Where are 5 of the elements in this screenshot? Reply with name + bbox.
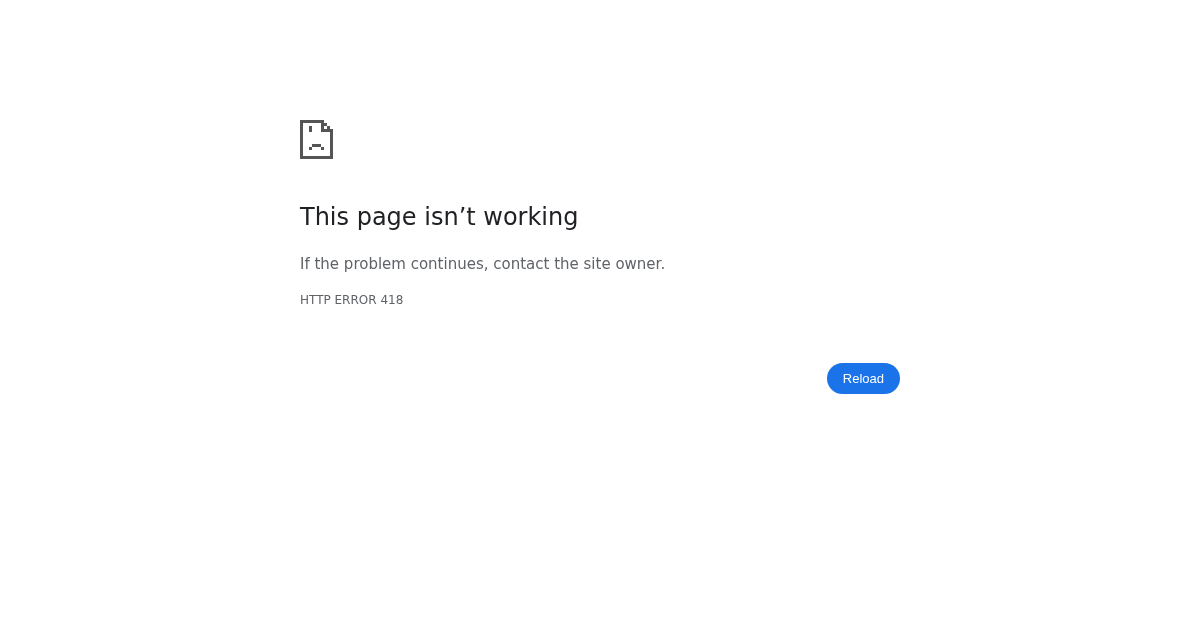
sad-document-icon xyxy=(300,120,333,159)
error-heading: This page isn’t working xyxy=(300,202,580,232)
reload-button[interactable]: Reload xyxy=(826,363,900,395)
error-message: If the problem continues, contact the site owner. xyxy=(300,254,667,275)
error-code: HTTP ERROR 418 xyxy=(300,292,405,309)
